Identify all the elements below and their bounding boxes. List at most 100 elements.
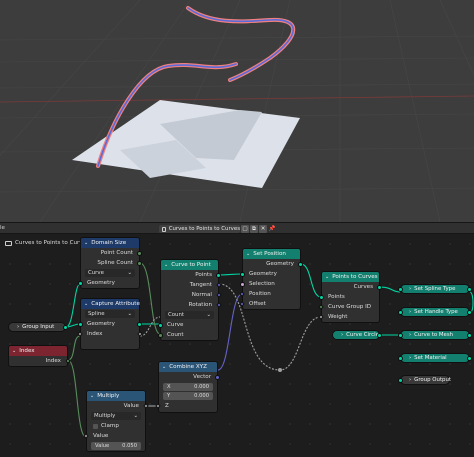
operation-dropdown[interactable]: Multiply ⌄ — [91, 412, 141, 420]
fake-user-button[interactable]: ▢ — [241, 225, 249, 233]
output-socket[interactable] — [467, 287, 472, 292]
socket-row: Point Count — [81, 248, 142, 258]
output-socket[interactable] — [467, 333, 472, 338]
node-multiply[interactable]: ⌄ Multiply Value Multiply ⌄ Clamp Value V… — [83, 390, 149, 452]
socket-label: Offset — [249, 301, 266, 307]
node-header[interactable]: ⌄ Curve to Point — [161, 260, 218, 270]
checkbox-label: Clamp — [101, 423, 119, 429]
node-tree-icon — [5, 240, 12, 246]
input-socket[interactable] — [240, 271, 245, 277]
input-socket[interactable] — [398, 378, 403, 383]
node-domain-size[interactable]: ⌄ Domain Size Point Count Spline Count C… — [78, 237, 142, 289]
node-editor-canvas[interactable]: Curves to Points to Curves ⌄ Domain Size… — [0, 234, 474, 457]
duplicate-tree-button[interactable]: ⧉ — [250, 225, 258, 233]
node-title: Index — [19, 348, 35, 354]
socket-row: Points — [161, 270, 221, 280]
chevron-down-icon: ⌄ — [206, 312, 211, 318]
node-header[interactable]: ⌄ Capture Attribute — [81, 299, 140, 309]
node-header[interactable]: ⌄ Multiply — [87, 391, 145, 401]
input-socket[interactable] — [398, 287, 403, 292]
output-socket[interactable] — [216, 272, 221, 278]
input-socket[interactable] — [398, 356, 403, 361]
node-header[interactable]: ⌄ Combine XYZ — [159, 362, 217, 372]
output-socket[interactable] — [467, 356, 472, 361]
node-title: Set Spline Type — [414, 286, 456, 292]
socket-row: Points — [319, 292, 379, 302]
node-group-output[interactable]: › Group Output — [398, 375, 451, 385]
output-socket[interactable] — [137, 260, 142, 266]
node-capture-attribute[interactable]: ⌄ Capture Attribute Spline ⌄ Geometry Ind… — [77, 298, 143, 350]
socket-label: Weight — [328, 314, 348, 320]
chevron-down-icon[interactable]: ⌄ — [12, 348, 16, 354]
socket-label: Position — [249, 291, 271, 297]
pin-icon[interactable]: 📌 — [268, 225, 276, 233]
output-socket[interactable] — [298, 261, 303, 267]
chevron-down-icon[interactable]: ⌄ — [84, 301, 88, 307]
chevron-down-icon: ⌄ — [127, 311, 132, 317]
input-socket[interactable] — [398, 310, 403, 315]
node-title: Set Material — [414, 355, 447, 361]
socket-row: Index — [9, 356, 71, 366]
chevron-down-icon[interactable]: ⌄ — [90, 393, 94, 399]
chevron-down-icon[interactable]: ⌄ — [325, 274, 329, 280]
mode-dropdown[interactable]: Count ⌄ — [165, 311, 214, 319]
node-curve-circle[interactable]: › Curve Circle — [332, 330, 382, 340]
socket-row: Tangent — [161, 280, 222, 290]
node-points-to-curves[interactable]: ⌄ Points to Curves Curves Points Curve G… — [318, 271, 382, 323]
socket-label: Geometry — [249, 271, 277, 277]
socket-label: Curve Group ID — [328, 304, 372, 310]
dropdown-value: Curve — [88, 270, 104, 276]
socket-label: Geometry — [87, 280, 115, 286]
output-socket[interactable] — [215, 374, 220, 380]
node-header[interactable]: ⌄ Points to Curves — [322, 272, 379, 282]
dropdown-value: Count — [168, 312, 185, 318]
value-field[interactable]: Value 0.050 — [91, 442, 141, 450]
socket-row: Position — [239, 289, 300, 299]
input-socket[interactable] — [319, 294, 324, 300]
clamp-checkbox[interactable]: Clamp — [87, 421, 145, 431]
input-socket[interactable] — [158, 332, 163, 338]
output-socket[interactable] — [377, 284, 382, 290]
checkbox-box[interactable] — [93, 423, 98, 429]
output-socket[interactable] — [63, 325, 68, 330]
output-socket[interactable] — [377, 333, 382, 338]
chevron-down-icon[interactable]: ⌄ — [246, 251, 250, 257]
node-header[interactable]: ⌄ Index — [9, 346, 67, 356]
input-socket[interactable] — [78, 280, 83, 286]
node-header[interactable]: ⌄ Set Position — [243, 249, 300, 259]
node-set-handle-type[interactable]: › Set Handle Type — [398, 307, 472, 317]
node-set-material[interactable]: › Set Material — [398, 353, 472, 363]
node-tree-name: Curves to Points to Curves — [168, 226, 240, 232]
input-socket[interactable] — [240, 281, 245, 287]
input-socket[interactable] — [158, 322, 163, 328]
reroute-point[interactable] — [278, 368, 282, 372]
node-curve-to-mesh[interactable]: › Curve to Mesh — [398, 330, 472, 340]
component-dropdown[interactable]: Curve ⌄ — [85, 269, 135, 277]
chevron-down-icon[interactable]: ⌄ — [164, 262, 168, 268]
node-title: Curve to Mesh — [414, 332, 454, 338]
node-set-spline-type[interactable]: › Set Spline Type — [398, 284, 472, 294]
node-set-position[interactable]: ⌄ Set Position Geometry Geometry Selecti… — [239, 248, 303, 310]
node-tree-selector[interactable]: Curves to Points to Curves — [159, 225, 240, 233]
3d-viewport[interactable] — [0, 0, 474, 222]
breadcrumb: Curves to Points to Curves — [5, 240, 89, 246]
y-value-field[interactable]: Y 0.000 — [163, 392, 213, 400]
link-combine-position — [217, 293, 243, 371]
output-socket[interactable] — [467, 310, 472, 315]
node-group-input[interactable]: › Group Input — [8, 322, 68, 332]
output-socket[interactable] — [137, 321, 142, 327]
input-socket[interactable] — [78, 321, 83, 327]
input-socket[interactable] — [398, 333, 403, 338]
chevron-down-icon[interactable]: ⌄ — [162, 364, 166, 370]
x-value-field[interactable]: X 0.000 — [163, 383, 213, 391]
node-combine-xyz[interactable]: ⌄ Combine XYZ Vector X 0.000 Y 0.000 Z — [155, 361, 220, 413]
unlink-tree-button[interactable]: ✕ — [259, 225, 267, 233]
node-curve-to-point[interactable]: ⌄ Curve to Point Points Tangent Normal R… — [158, 259, 222, 341]
chevron-down-icon[interactable]: ⌄ — [84, 240, 88, 246]
output-socket[interactable] — [137, 250, 142, 256]
node-header[interactable]: ⌄ Domain Size — [81, 238, 139, 248]
domain-dropdown[interactable]: Spline ⌄ — [85, 310, 135, 318]
node-index[interactable]: ⌄ Index Index — [8, 345, 71, 367]
node-title: Multiply — [97, 393, 120, 399]
editor-type-label[interactable]: le — [0, 225, 5, 231]
